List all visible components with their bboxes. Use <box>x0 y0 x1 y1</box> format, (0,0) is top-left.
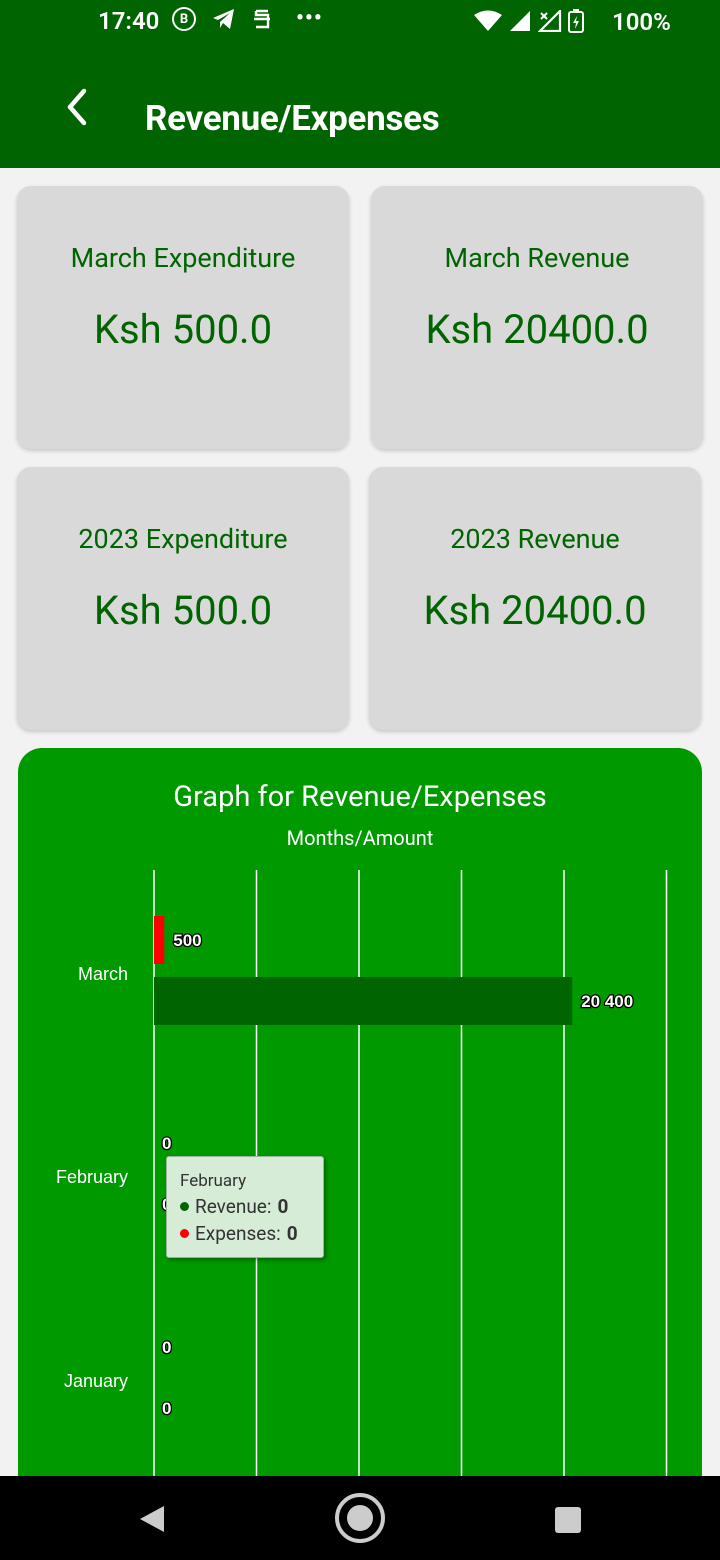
tooltip-month: February <box>180 1171 247 1191</box>
category-label: February <box>56 1167 128 1187</box>
category-label: January <box>64 1371 128 1391</box>
back-arrow-icon <box>67 88 87 126</box>
status-system-icons <box>474 9 584 33</box>
battery-percent: 100% <box>612 8 671 36</box>
data-label: 20 400 <box>581 992 633 1011</box>
chart-panel: Graph for Revenue/Expenses Months/Amount… <box>18 748 702 1476</box>
page-title: Revenue/Expenses <box>145 98 440 139</box>
data-label: 0 <box>162 1134 171 1153</box>
signal-icon <box>510 11 530 31</box>
revenue-dot-icon <box>180 1202 189 1211</box>
b-badge-icon: B <box>172 7 196 31</box>
app-bar: Revenue/Expenses <box>0 44 720 168</box>
data-label: 0 <box>162 1399 171 1418</box>
app-icon <box>254 9 270 29</box>
card-label: March Revenue <box>444 242 630 274</box>
tooltip-expenses-value: 0 <box>286 1222 298 1245</box>
wifi-icon <box>474 10 502 31</box>
tooltip-expenses-label: Expenses: <box>195 1222 281 1245</box>
card-march-revenue[interactable]: March Revenue Ksh 20400.0 <box>371 186 703 449</box>
nav-recents-icon[interactable] <box>555 1507 581 1533</box>
tooltip-expenses-row: Expenses: 0 <box>180 1222 298 1245</box>
data-label: 0 <box>162 1338 171 1357</box>
expenses-dot-icon <box>180 1229 189 1238</box>
chart-tooltip: February Revenue: 0 Expenses: 0 <box>166 1156 324 1258</box>
telegram-icon <box>213 9 234 29</box>
card-label: 2023 Revenue <box>450 523 620 555</box>
signal-x-icon <box>538 10 562 32</box>
back-button[interactable] <box>52 82 102 132</box>
status-bar: 17:40 B ••• 100% <box>0 0 720 44</box>
system-nav-bar <box>0 1476 720 1560</box>
card-march-expenditure[interactable]: March Expenditure Ksh 500.0 <box>17 186 349 449</box>
card-year-revenue[interactable]: 2023 Revenue Ksh 20400.0 <box>369 467 701 730</box>
bar-expenses <box>154 916 165 964</box>
card-value: Ksh 500.0 <box>93 306 273 353</box>
nav-home-icon[interactable] <box>334 1492 386 1544</box>
category-label: March <box>78 964 128 984</box>
data-label: 500 <box>173 931 201 950</box>
tooltip-revenue-label: Revenue: <box>195 1195 272 1218</box>
card-label: March Expenditure <box>70 242 296 274</box>
card-value: Ksh 500.0 <box>93 587 273 634</box>
card-year-expenditure[interactable]: 2023 Expenditure Ksh 500.0 <box>17 467 349 730</box>
card-value: Ksh 20400.0 <box>423 587 647 634</box>
bar-chart[interactable]: March 500 20 400 February 0 0 January 0 0 <box>18 748 702 1476</box>
card-label: 2023 Expenditure <box>78 523 288 555</box>
tooltip-revenue-value: 0 <box>277 1195 289 1218</box>
more-icon: ••• <box>296 6 323 31</box>
battery-charging-icon <box>568 9 584 33</box>
nav-back-icon[interactable] <box>138 1504 166 1534</box>
status-notification-icons: B ••• <box>172 6 323 32</box>
card-value: Ksh 20400.0 <box>425 306 649 353</box>
tooltip-revenue-row: Revenue: 0 <box>180 1195 288 1218</box>
bar-revenue <box>154 977 573 1025</box>
status-time: 17:40 <box>98 7 160 35</box>
